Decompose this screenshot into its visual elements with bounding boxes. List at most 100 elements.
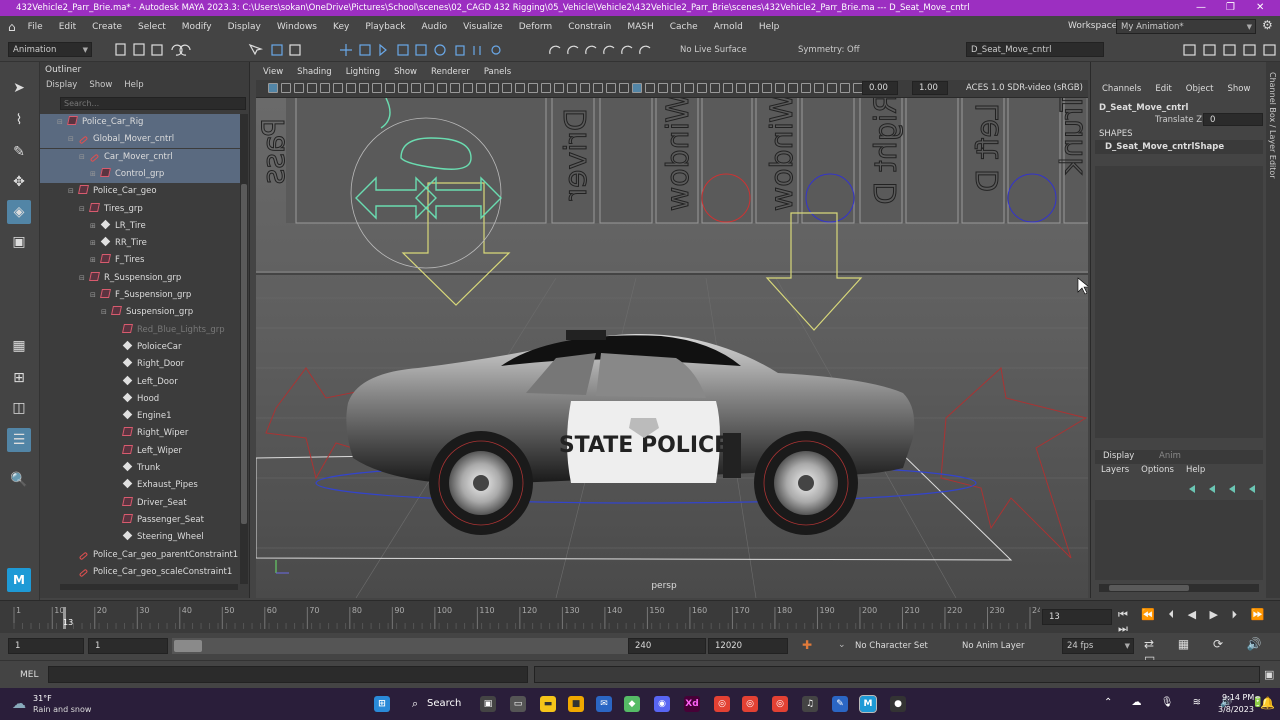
scale-tool-icon[interactable]: ▣ [7, 230, 31, 254]
exposure-field[interactable]: 0.00 [862, 81, 898, 95]
channel-box-side-tab[interactable]: Channel Box / Layer Editor [1266, 62, 1280, 598]
layer-menu-layers[interactable]: Layers [1095, 465, 1135, 475]
layer-menu-help[interactable]: Help [1180, 465, 1211, 475]
viewport-tool-icon[interactable] [476, 83, 486, 93]
viewport-tool-icon[interactable] [645, 83, 655, 93]
menuset-dropdown[interactable]: Animation ▼ [8, 42, 92, 57]
menu-visualize[interactable]: Visualize [455, 22, 511, 32]
auto-key-icon[interactable]: ✚ [802, 638, 812, 652]
four-view-icon[interactable]: ⊞ [7, 366, 31, 390]
outliner-row[interactable]: Hood [40, 391, 240, 408]
end-frame-field[interactable]: 12020 [708, 638, 788, 654]
taskbar-search-icon[interactable]: ⌕ [412, 697, 418, 711]
time-slider-ticks[interactable]: 1 10 20 30 40 50 60 70 80 90 100 110 120 130 140 150 160… [0, 601, 1040, 634]
music-icon[interactable]: ♫ [802, 696, 818, 712]
fps-dropdown[interactable]: 24 fps ▼ [1062, 638, 1134, 654]
outliner-row[interactable]: ⊟ F_Suspension_grp [40, 287, 240, 304]
viewport-tool-icon[interactable] [736, 83, 746, 93]
outliner-row[interactable]: ⊟ Global_Mover_cntrl [40, 131, 240, 149]
outliner-row[interactable]: ⊟ R_Suspension_grp [40, 270, 240, 287]
outliner-row[interactable]: Left_Door [40, 374, 240, 391]
menu-constrain[interactable]: Constrain [560, 22, 619, 32]
character-set-icon[interactable]: ⌄ [838, 640, 846, 650]
outliner-row[interactable]: Police_Car_geo_scaleConstraint1 [40, 564, 240, 581]
viewport-menu-view[interactable]: View [256, 67, 290, 77]
chrome-icon[interactable]: ◎ [714, 696, 730, 712]
outliner-row[interactable]: ⊟ Car_Mover_cntrl [40, 148, 240, 166]
mel-command-input[interactable] [48, 666, 528, 683]
taskbar-search-label[interactable]: Search [427, 698, 461, 709]
layer-hscrollbar[interactable] [1099, 584, 1259, 592]
expand-toggle-icon[interactable]: ⊟ [79, 149, 87, 166]
character-set-label[interactable]: No Character Set [855, 641, 928, 651]
time-slider[interactable]: 1 10 20 30 40 50 60 70 80 90 100 110 120 130 140 150 160… [0, 600, 1280, 635]
viewport-menu-renderer[interactable]: Renderer [424, 67, 477, 77]
viewport-tool-icon[interactable] [268, 83, 278, 93]
weather-icon[interactable]: ☁ [12, 696, 26, 712]
outliner-row[interactable]: ⊞ Control_grp [40, 165, 240, 183]
viewport-tool-icon[interactable] [554, 83, 564, 93]
viewport-tool-icon[interactable] [710, 83, 720, 93]
outliner-row[interactable]: Passenger_Seat [40, 512, 240, 529]
menu-cache[interactable]: Cache [662, 22, 706, 32]
viewport-tool-icon[interactable] [294, 83, 304, 93]
script-editor-icon[interactable]: ▣ [1264, 668, 1274, 681]
menu-windows[interactable]: Windows [269, 22, 325, 32]
expand-toggle-icon[interactable]: ⊟ [68, 183, 76, 200]
viewport-tool-icon[interactable] [424, 83, 434, 93]
adobe-xd-icon[interactable]: Xd [684, 696, 700, 712]
move-tool-icon[interactable]: ✥ [7, 170, 31, 194]
expand-toggle-icon[interactable]: ⊞ [90, 235, 98, 252]
discord-icon[interactable]: ◉ [654, 696, 670, 712]
expand-toggle-icon[interactable]: ⊟ [101, 304, 109, 321]
expand-toggle-icon[interactable]: ⊟ [79, 270, 87, 287]
viewport-tool-icon[interactable] [359, 83, 369, 93]
channel-menu-object[interactable]: Object [1179, 84, 1221, 94]
range-slider-bar[interactable] [172, 638, 628, 654]
home-icon[interactable]: ⌂ [8, 20, 16, 34]
outliner-layout-icon[interactable]: ☰ [7, 428, 31, 452]
outliner-menu-help[interactable]: Help [118, 80, 149, 94]
viewport-tool-icon[interactable] [463, 83, 473, 93]
viewport-tool-icon[interactable] [281, 83, 291, 93]
viewport-menu-show[interactable]: Show [387, 67, 424, 77]
maximize-button[interactable]: ❐ [1226, 0, 1235, 16]
expand-toggle-icon[interactable]: ⊟ [68, 131, 76, 148]
color-space-label[interactable]: ACES 1.0 SDR-video (sRGB) [966, 83, 1083, 93]
outliner-row[interactable]: Right_Door [40, 356, 240, 373]
outliner-row[interactable]: Engine1 [40, 408, 240, 425]
viewport-menu-panels[interactable]: Panels [477, 67, 518, 77]
two-view-icon[interactable]: ◫ [7, 396, 31, 420]
viewport-tool-icon[interactable] [801, 83, 811, 93]
viewport-tool-icon[interactable] [788, 83, 798, 93]
menu-mash[interactable]: MASH [619, 22, 661, 32]
expand-toggle-icon[interactable]: ⊞ [90, 218, 98, 235]
tab-anim[interactable]: Anim [1159, 451, 1181, 461]
translate-z-field[interactable]: 0 [1203, 113, 1263, 126]
selected-object-field[interactable]: D_Seat_Move_cntrl [966, 42, 1104, 57]
viewport-tool-icon[interactable] [346, 83, 356, 93]
notification-icon[interactable]: 🔔 [1260, 696, 1275, 710]
viewport-menu-lighting[interactable]: Lighting [339, 67, 387, 77]
outliner-row[interactable]: Steering_Wheel [40, 529, 240, 546]
minimize-button[interactable]: — [1196, 0, 1206, 16]
maya-taskbar-icon[interactable]: M [859, 695, 877, 713]
viewport-tool-icon[interactable] [580, 83, 590, 93]
chrome-icon-2[interactable]: ◎ [742, 696, 758, 712]
playback-end-field[interactable]: 240 [628, 638, 706, 654]
outliner-row[interactable]: Left_Wiper [40, 443, 240, 460]
outliner-row[interactable]: Right_Wiper [40, 425, 240, 442]
menu-audio[interactable]: Audio [414, 22, 456, 32]
viewport-tool-icon[interactable] [437, 83, 447, 93]
settings-gear-icon[interactable]: ⚙ [1262, 18, 1273, 32]
viewport-tool-icon[interactable] [398, 83, 408, 93]
start-windows-icon[interactable]: ⊞ [374, 696, 390, 712]
viewport-menu-shading[interactable]: Shading [290, 67, 339, 77]
viewport-tool-icon[interactable] [671, 83, 681, 93]
outliner-row[interactable]: Driver_Seat [40, 495, 240, 512]
viewport-tool-icon[interactable] [606, 83, 616, 93]
viewport-tool-icon[interactable] [541, 83, 551, 93]
rotate-tool-icon[interactable]: ◈ [7, 200, 31, 224]
viewport-tool-icon[interactable] [658, 83, 668, 93]
outliner-row[interactable]: ⊟ Police_Car_Rig [40, 114, 240, 131]
